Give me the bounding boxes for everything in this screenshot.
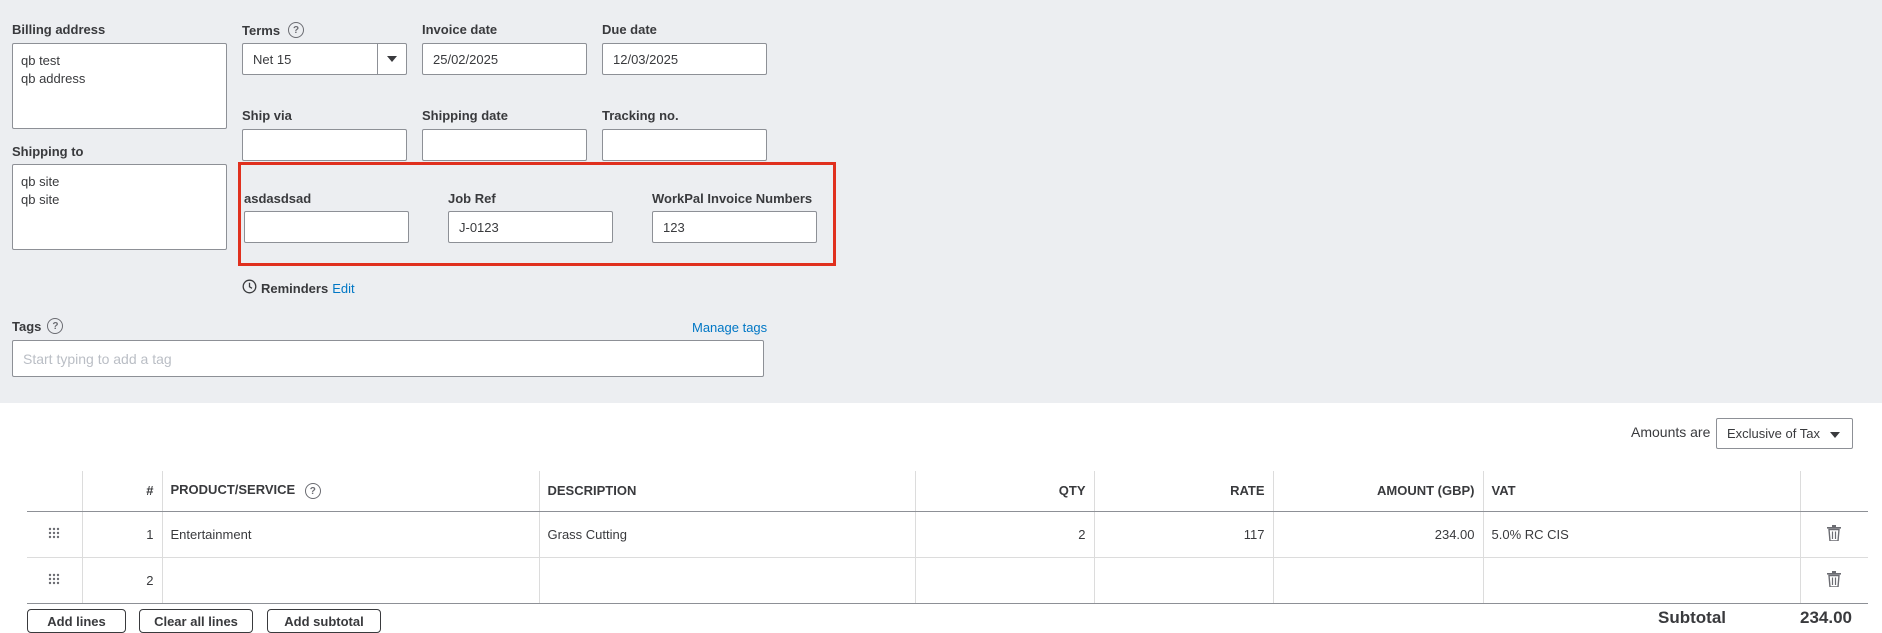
row-product[interactable]: Entertainment — [161, 511, 539, 558]
due-date-input[interactable]: 12/03/2025 — [602, 43, 767, 75]
custom-field-1-label: asdasdsad — [244, 191, 312, 206]
row-amount[interactable]: 234.00 — [1272, 511, 1483, 558]
col-description: DESCRIPTION — [538, 471, 915, 512]
billing-address-field[interactable]: qb test qb address — [12, 43, 227, 129]
manage-tags-link[interactable]: Manage tags — [692, 320, 767, 335]
reminders-label: Reminders — [261, 280, 329, 296]
reminders-row: Reminders Edit — [242, 279, 355, 297]
help-icon[interactable]: ? — [304, 483, 321, 500]
tags-input[interactable]: Start typing to add a tag — [12, 340, 764, 377]
drag-handle-icon[interactable] — [27, 511, 82, 558]
shipping-to-field[interactable]: qb site qb site — [12, 164, 227, 250]
terms-value: Net 15 — [253, 51, 292, 67]
reminders-edit-link[interactable]: Edit — [332, 281, 354, 296]
ship-via-label: Ship via — [242, 108, 292, 123]
chevron-down-icon[interactable] — [377, 44, 406, 74]
tracking-no-input[interactable] — [602, 129, 767, 161]
col-qty: QTY — [914, 471, 1094, 512]
add-subtotal-button[interactable]: Add subtotal — [267, 609, 381, 633]
workpal-invoice-input[interactable]: 123 — [652, 211, 817, 243]
tracking-no-label: Tracking no. — [602, 108, 679, 123]
subtotal-value: 234.00 — [1800, 608, 1852, 627]
row-rate[interactable]: 117 — [1093, 511, 1273, 558]
invoice-date-label: Invoice date — [422, 22, 498, 37]
row-rate[interactable] — [1093, 557, 1273, 604]
billing-line: qb address — [21, 71, 86, 86]
col-product-label: PRODUCT/SERVICE — [170, 482, 296, 498]
shipping-date-input[interactable] — [422, 129, 587, 161]
tags-placeholder: Start typing to add a tag — [23, 350, 172, 367]
invoice-date-input[interactable]: 25/02/2025 — [422, 43, 587, 75]
col-rate: RATE — [1093, 471, 1273, 512]
col-vat: VAT — [1482, 471, 1800, 512]
shipping-date-label: Shipping date — [422, 108, 508, 123]
amounts-select[interactable]: Exclusive of Tax — [1716, 418, 1853, 449]
shipping-to-label: Shipping to — [12, 144, 84, 159]
terms-select[interactable]: Net 15 — [242, 43, 407, 75]
row-num: 2 — [81, 557, 162, 604]
table-header-row: # PRODUCT/SERVICE ? DESCRIPTION QTY RATE… — [27, 471, 1868, 512]
terms-label-row: Terms ? — [242, 22, 305, 38]
custom-field-1-input[interactable] — [244, 211, 409, 243]
row-vat[interactable]: 5.0% RC CIS — [1482, 511, 1800, 558]
col-num: # — [81, 471, 162, 512]
clock-icon — [242, 279, 257, 297]
help-icon[interactable]: ? — [288, 22, 305, 38]
tags-label-row: Tags ? — [12, 318, 64, 334]
amounts-are-label: Amounts are — [1631, 424, 1711, 440]
line-items-table: # PRODUCT/SERVICE ? DESCRIPTION QTY RATE… — [27, 471, 1868, 604]
row-vat[interactable] — [1482, 557, 1800, 604]
amounts-value: Exclusive of Tax — [1727, 426, 1820, 441]
row-product[interactable] — [161, 557, 539, 604]
row-amount[interactable] — [1272, 557, 1483, 604]
job-ref-input[interactable]: J-0123 — [448, 211, 613, 243]
col-actions — [1799, 471, 1868, 512]
col-product: PRODUCT/SERVICE ? — [161, 471, 539, 512]
table-row[interactable]: 1 Entertainment Grass Cutting 2 117 234.… — [27, 511, 1868, 558]
ship-via-input[interactable] — [242, 129, 407, 161]
due-date-label: Due date — [602, 22, 657, 37]
table-row[interactable]: 2 — [27, 557, 1868, 604]
trash-icon[interactable] — [1799, 557, 1868, 604]
terms-label: Terms — [242, 22, 281, 38]
shipping-line: qb site — [21, 174, 60, 189]
billing-address-label: Billing address — [12, 22, 106, 37]
clear-all-lines-button[interactable]: Clear all lines — [139, 609, 253, 633]
job-ref-label: Job Ref — [448, 191, 496, 206]
drag-col-header — [27, 471, 82, 512]
help-icon[interactable]: ? — [47, 318, 64, 334]
row-description[interactable] — [538, 557, 915, 604]
workpal-invoice-label: WorkPal Invoice Numbers — [652, 191, 813, 206]
row-description[interactable]: Grass Cutting — [538, 511, 915, 558]
billing-line: qb test — [21, 53, 61, 68]
trash-icon[interactable] — [1799, 511, 1868, 558]
row-num: 1 — [81, 511, 162, 558]
row-qty[interactable]: 2 — [914, 511, 1094, 558]
row-qty[interactable] — [914, 557, 1094, 604]
col-amount: AMOUNT (GBP) — [1272, 471, 1483, 512]
chevron-down-icon — [1830, 426, 1840, 441]
add-lines-button[interactable]: Add lines — [27, 609, 126, 633]
tags-label: Tags — [12, 318, 42, 334]
subtotal-label: Subtotal — [1658, 608, 1726, 627]
shipping-line: qb site — [21, 192, 60, 207]
drag-handle-icon[interactable] — [27, 557, 82, 604]
